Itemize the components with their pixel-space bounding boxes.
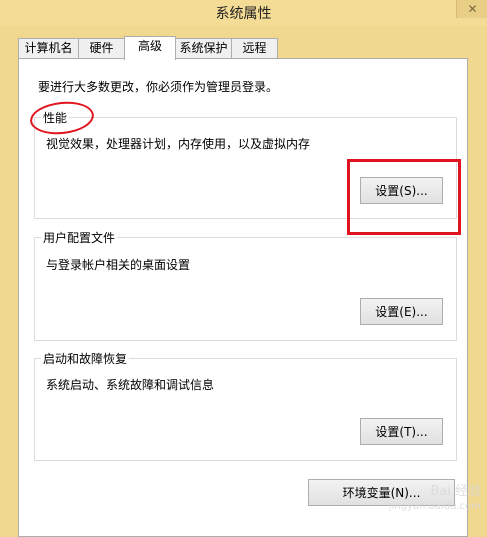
tab-computer-name[interactable]: 计算机名 <box>18 38 79 58</box>
window-title: 系统属性 <box>215 6 272 22</box>
tab-advanced[interactable]: 高级 <box>124 36 176 60</box>
user-profiles-group: 用户配置文件 与登录帐户相关的桌面设置 设置(E)... <box>34 229 457 341</box>
startup-recovery-group-label: 启动和故障恢复 <box>41 350 130 367</box>
startup-recovery-description: 系统启动、系统故障和调试信息 <box>46 378 215 392</box>
performance-description: 视觉效果，处理器计划，内存使用，以及虚拟内存 <box>46 137 311 151</box>
user-profiles-description: 与登录帐户相关的桌面设置 <box>46 258 191 272</box>
advanced-tab-panel: 要进行大多数更改，你必须作为管理员登录。 性能 视觉效果，处理器计划，内存使用，… <box>18 58 468 537</box>
admin-note: 要进行大多数更改，你必须作为管理员登录。 <box>38 80 279 94</box>
watermark: Bai 经验 jingyan.baidu.com <box>385 484 481 534</box>
startup-recovery-settings-button[interactable]: 设置(T)... <box>360 418 443 445</box>
tab-system-protection[interactable]: 系统保护 <box>175 38 232 58</box>
user-profiles-settings-button[interactable]: 设置(E)... <box>360 298 443 325</box>
tab-remote[interactable]: 远程 <box>231 38 278 58</box>
tab-hardware[interactable]: 硬件 <box>78 38 125 58</box>
title-bar[interactable]: 系统属性 ✕ <box>0 0 487 26</box>
watermark-line1: Bai 经验 <box>430 484 481 499</box>
close-icon[interactable]: ✕ <box>456 0 487 18</box>
user-profiles-group-label: 用户配置文件 <box>41 229 118 246</box>
startup-recovery-group: 启动和故障恢复 系统启动、系统故障和调试信息 设置(T)... <box>34 350 457 461</box>
system-properties-window: 系统属性 ✕ 计算机名 硬件 高级 系统保护 远程 要进行大多数更改，你必须作为… <box>0 0 487 537</box>
annotation-rectangle <box>347 159 461 235</box>
watermark-line2: jingyan.baidu.com <box>388 501 481 512</box>
